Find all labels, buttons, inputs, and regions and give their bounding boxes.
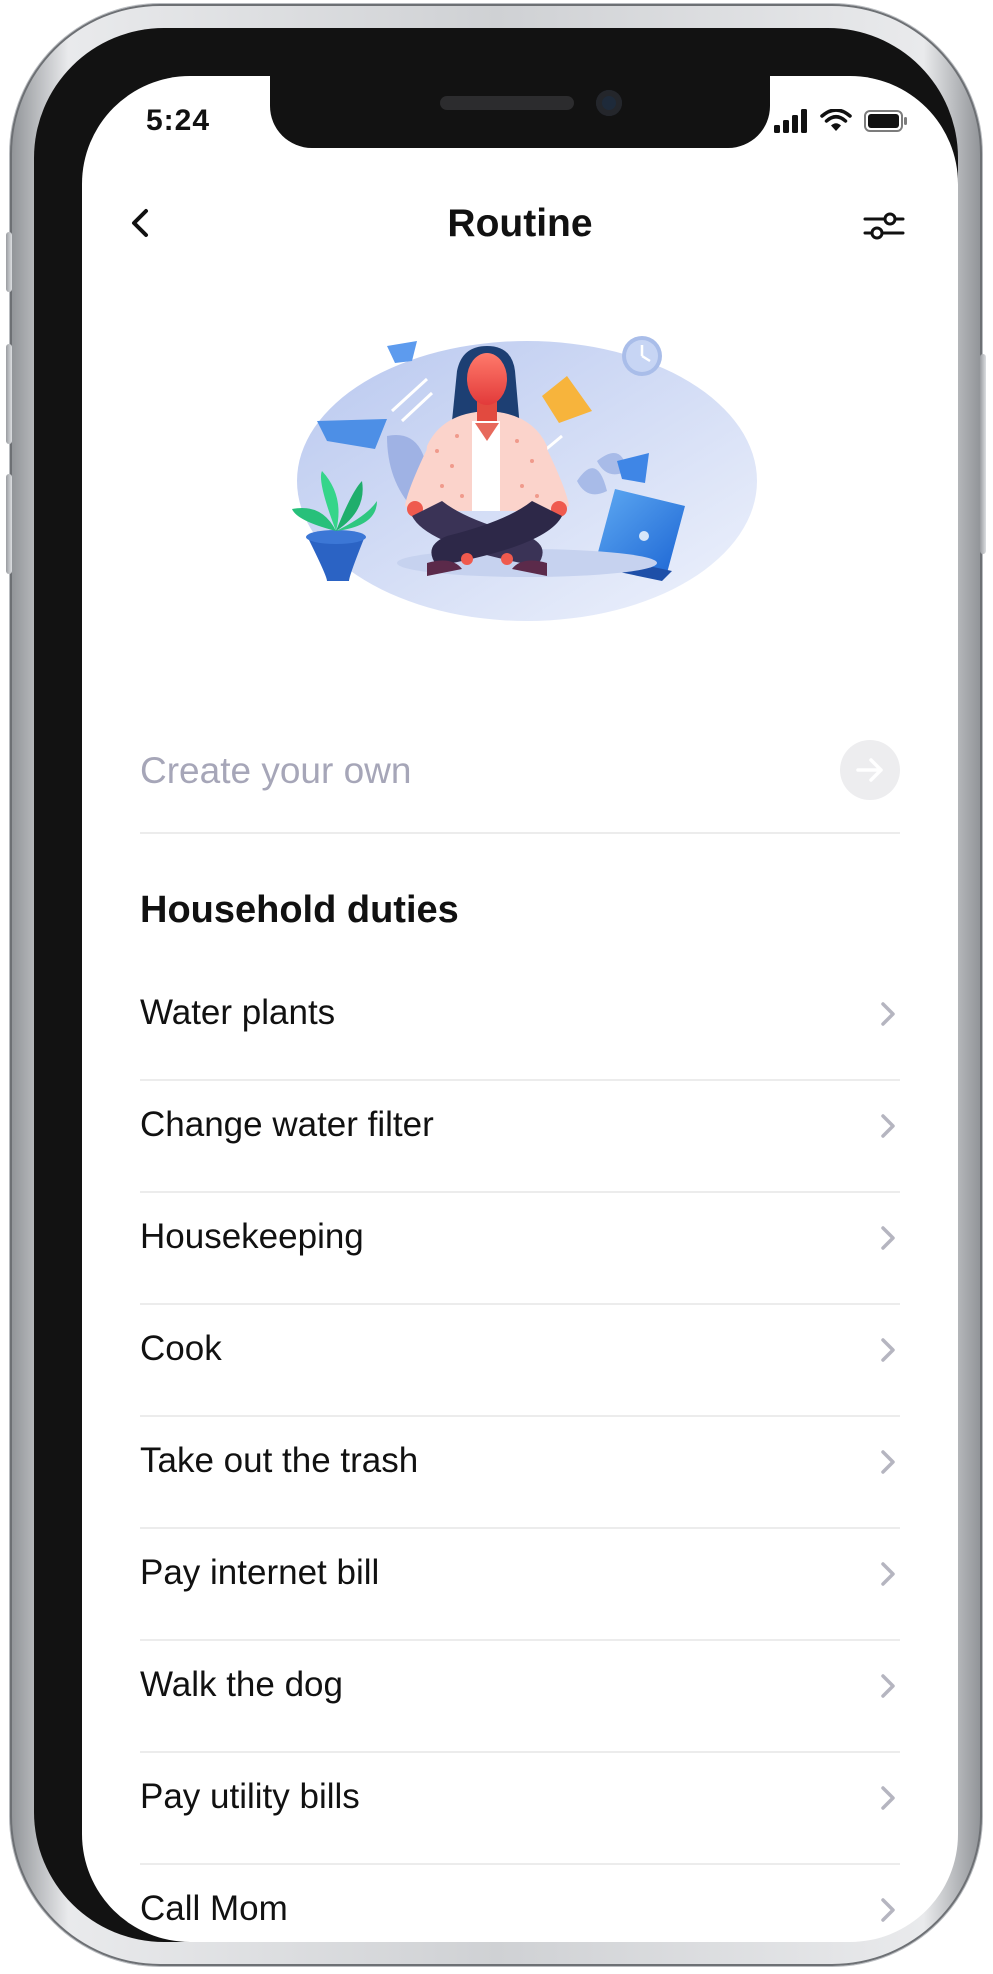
power-button (980, 354, 986, 554)
create-your-own-input[interactable] (140, 738, 800, 804)
notch (270, 76, 770, 148)
list-item[interactable]: Take out the trash (140, 1417, 900, 1529)
silent-switch (6, 232, 12, 292)
meditation-illustration (292, 336, 757, 621)
list-item[interactable]: Walk the dog (140, 1641, 900, 1753)
list-item-label: Cook (140, 1329, 222, 1368)
chevron-right-icon (881, 1226, 895, 1250)
battery-icon (864, 110, 907, 132)
screen: 5:24 Routine Create your own Household d… (82, 76, 958, 1942)
create-submit-button[interactable] (840, 740, 900, 800)
signal-icon (774, 109, 807, 133)
status-icons (774, 106, 908, 136)
chevron-right-icon (881, 1786, 895, 1810)
create-your-own-row (140, 716, 900, 834)
list-item-label: Walk the dog (140, 1665, 343, 1704)
volume-down-button (6, 474, 12, 574)
phone-bezel: 5:24 Routine Create your own Household d… (34, 28, 958, 1942)
phone-frame: 5:24 Routine Create your own Household d… (6, 4, 986, 1966)
list-item-label: Take out the trash (140, 1441, 419, 1480)
sliders-icon (863, 212, 905, 240)
list-item[interactable]: Water plants (140, 969, 900, 1081)
list-item[interactable]: Cook (140, 1305, 900, 1417)
list-item-label: Change water filter (140, 1105, 434, 1144)
list-item[interactable]: Pay utility bills (140, 1753, 900, 1865)
list-item-label: Housekeeping (140, 1217, 364, 1256)
chevron-right-icon (881, 1338, 895, 1362)
chevron-right-icon (881, 1002, 895, 1026)
list-item-label: Pay internet bill (140, 1553, 380, 1592)
filter-button[interactable] (858, 204, 910, 248)
volume-up-button (6, 344, 12, 444)
list-item[interactable]: Housekeeping (140, 1193, 900, 1305)
status-time: 5:24 (146, 104, 211, 137)
arrow-right-icon (856, 758, 883, 782)
chevron-right-icon (881, 1898, 895, 1922)
page-title: Routine (447, 202, 593, 245)
list-item-label: Water plants (140, 993, 336, 1032)
list-item[interactable]: Change water filter (140, 1081, 900, 1193)
front-camera (596, 90, 622, 116)
chevron-right-icon (881, 1450, 895, 1474)
household-duties-list: Water plants Change water filter Houseke… (140, 969, 900, 1942)
list-item-label: Pay utility bills (140, 1777, 360, 1816)
section-title: Household duties (140, 889, 459, 931)
chevron-right-icon (881, 1674, 895, 1698)
chevron-right-icon (881, 1562, 895, 1586)
speaker (440, 96, 574, 110)
wifi-icon (820, 109, 852, 131)
list-item[interactable]: Call Mom (140, 1865, 900, 1942)
list-item-label: Call Mom (140, 1889, 288, 1928)
chevron-right-icon (881, 1114, 895, 1138)
list-item[interactable]: Pay internet bill (140, 1529, 900, 1641)
